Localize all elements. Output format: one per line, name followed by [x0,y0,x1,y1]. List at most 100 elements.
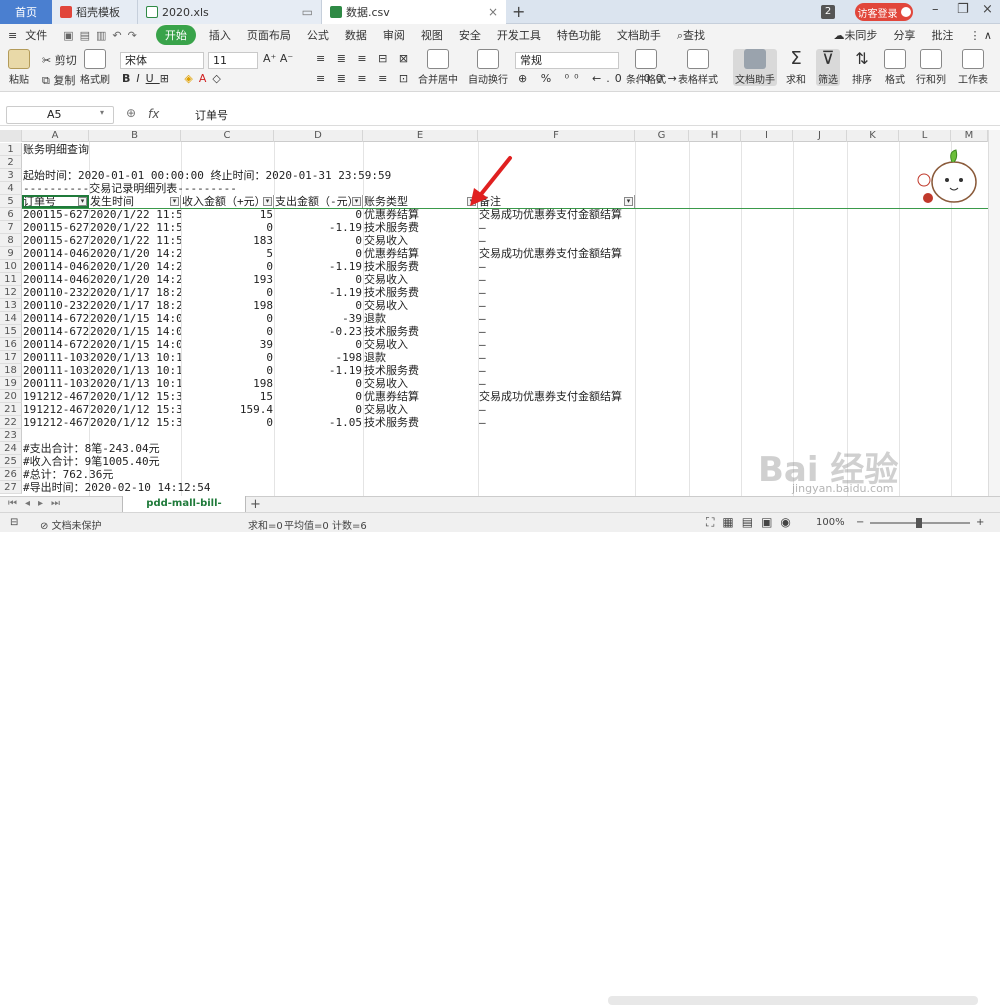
table-cell[interactable]: 200111-1036 [22,351,89,364]
table-cell[interactable]: #支出合计：8笔-243.04元 [22,442,622,455]
copy-button[interactable]: ⧉ 复制 [42,72,75,88]
search-button[interactable]: ⌕查找 [669,27,713,43]
table-cell[interactable]: 0 [274,234,363,247]
table-cell[interactable]: 2020/1/15 14:06 [89,325,181,338]
table-cell[interactable]: 2020/1/20 14:28 [89,260,181,273]
table-cell[interactable]: 交易成功优惠券支付金额结算 [478,390,635,403]
table-cell[interactable]: 技术服务费 [363,286,478,299]
table-cell[interactable]: – [478,234,635,247]
table-cell[interactable]: 2020/1/17 18:20 [89,299,181,312]
worksheet-button[interactable]: 工作表 [958,49,988,86]
table-cell[interactable]: 200115-6275 [22,234,89,247]
merge-center-button[interactable]: 合并居中 [418,49,458,86]
row-header[interactable]: 16 [0,338,22,351]
hamburger-icon[interactable]: ≡ [0,29,25,42]
table-cell[interactable]: 2020/1/20 14:28 [89,273,181,286]
table-cell[interactable]: 200115-6275 [22,208,89,221]
vertical-scrollbar[interactable] [988,130,1000,496]
header-cell[interactable]: 支出金额（-元） [274,195,363,208]
table-cell[interactable]: 2020/1/12 15:37 [89,403,181,416]
table-style-button[interactable]: 表格样式 [678,49,718,86]
table-cell[interactable]: -1.19 [274,221,363,234]
menu-data[interactable]: 数据 [337,27,375,43]
table-cell[interactable]: 200115-6275 [22,221,89,234]
row-header[interactable]: 3 [0,169,22,182]
table-cell[interactable]: 退款 [363,351,478,364]
zoom-level[interactable]: 100% [816,517,845,528]
table-cell[interactable]: – [478,325,635,338]
header-cell[interactable]: 账务类型 [363,195,478,208]
quick-access-icons[interactable]: ▣▤▥↶↷ [55,29,151,42]
sort-button[interactable]: ⇅ 排序 [852,49,872,86]
table-cell[interactable]: 200111-1036 [22,364,89,377]
filter-dropdown-icon[interactable]: ▾ [78,197,87,206]
view-mode-icons[interactable]: ⛶▦▤▣◉ [706,515,799,530]
row-header[interactable]: 12 [0,286,22,299]
table-cell[interactable]: 2020/1/17 18:20 [89,286,181,299]
table-cell[interactable]: #总计：762.36元 [22,468,622,481]
col-header-c[interactable]: C [181,130,274,142]
font-name-select[interactable]: 宋体 [120,52,204,69]
login-button[interactable]: 访客登录 [855,3,913,21]
table-cell[interactable]: 技术服务费 [363,325,478,338]
table-cell[interactable]: 2020/1/12 15:37 [89,416,181,429]
menu-file[interactable]: 文件 [25,27,55,43]
table-cell[interactable]: 5 [181,247,274,260]
align-top-icons[interactable]: ≡ ≣ ≡ ⊟ ⊠ [316,52,412,65]
table-cell[interactable]: – [478,416,635,429]
paste-button[interactable]: 粘贴 [8,49,30,86]
table-cell[interactable]: – [478,299,635,312]
table-cell[interactable]: 交易收入 [363,403,478,416]
col-header-j[interactable]: J [793,130,847,142]
table-cell[interactable]: 198 [181,377,274,390]
tab-home[interactable]: 首页 [0,0,52,24]
zoom-icon[interactable]: ⊕ [126,106,136,120]
table-cell[interactable]: – [478,221,635,234]
tab-2020-xls[interactable]: 2020.xls ▭ [138,0,322,24]
table-cell[interactable]: – [478,260,635,273]
table-cell[interactable]: 200110-2320 [22,286,89,299]
more-icon[interactable]: ⋮ ∧ [961,29,1000,42]
row-header[interactable]: 11 [0,273,22,286]
table-cell[interactable]: 0 [274,403,363,416]
col-header-h[interactable]: H [689,130,741,142]
filter-dropdown-icon[interactable]: ▾ [352,197,361,206]
minimize-icon[interactable]: – [932,2,939,17]
table-cell[interactable]: 200114-6721 [22,325,89,338]
col-header-k[interactable]: K [847,130,899,142]
table-cell[interactable]: 200110-2320 [22,299,89,312]
table-cell[interactable]: 2020/1/13 10:10 [89,364,181,377]
menu-formula[interactable]: 公式 [299,27,337,43]
table-cell[interactable]: 200114-0464 [22,247,89,260]
col-header-a[interactable]: A [22,130,89,142]
filter-dropdown-icon[interactable]: ▾ [170,197,179,206]
table-cell[interactable]: 2020/1/13 10:10 [89,377,181,390]
table-cell[interactable]: -1.05 [274,416,363,429]
table-cell[interactable]: 198 [181,299,274,312]
menu-insert[interactable]: 插入 [201,27,239,43]
row-header[interactable]: 25 [0,455,22,468]
menu-view[interactable]: 视图 [413,27,451,43]
filter-button[interactable]: ⊽ 筛选 [816,49,840,86]
zoom-in-button[interactable]: + [976,517,984,528]
row-header[interactable]: 27 [0,481,22,494]
table-cell[interactable]: 15 [181,390,274,403]
row-header[interactable]: 14 [0,312,22,325]
horizontal-scrollbar[interactable] [608,996,978,1005]
table-cell[interactable]: 0 [181,260,274,273]
table-cell[interactable]: 2020/1/22 11:54 [89,208,181,221]
table-cell[interactable]: 账务明细查询 [22,143,622,156]
zoom-out-button[interactable]: − [856,517,864,528]
table-cell[interactable]: 2020/1/12 15:37 [89,390,181,403]
doc-helper-button[interactable]: 文档助手 [733,49,777,86]
row-header[interactable]: 26 [0,468,22,481]
table-cell[interactable]: 技术服务费 [363,416,478,429]
table-cell[interactable]: 起始时间：2020-01-01 00:00:00 终止时间：2020-01-31… [22,169,622,182]
row-header[interactable]: 7 [0,221,22,234]
header-cell[interactable]: 收入金额（+元） [181,195,274,208]
protect-status[interactable]: ⊘ 文档未保护 [40,517,102,532]
table-cell[interactable]: 2020/1/15 14:06 [89,338,181,351]
table-cell[interactable]: 退款 [363,312,478,325]
table-cell[interactable]: 2020/1/15 14:06 [89,312,181,325]
table-cell[interactable]: 200114-0464 [22,273,89,286]
